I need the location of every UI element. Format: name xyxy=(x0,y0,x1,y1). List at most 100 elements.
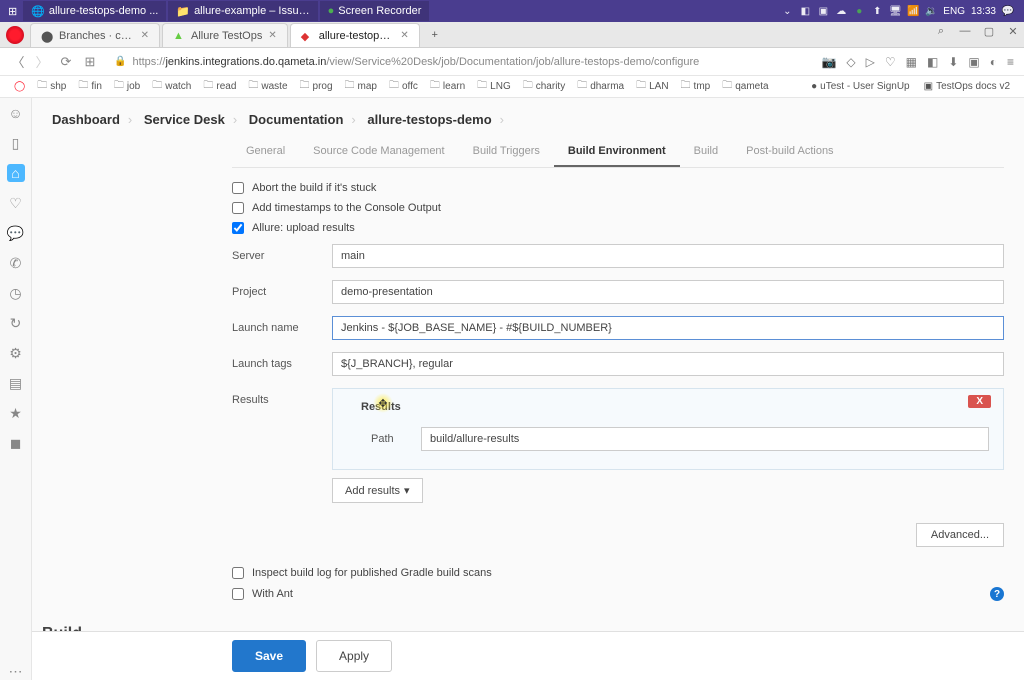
browser-tab-2[interactable]: ◆allure-testops-demo Conf…✕ xyxy=(290,23,420,47)
history-icon[interactable]: ↻ xyxy=(7,314,25,332)
browser-tab-1[interactable]: ▲Allure TestOps✕ xyxy=(162,23,288,47)
crumb-job[interactable]: allure-testops-demo xyxy=(367,112,491,127)
heart-icon[interactable]: ♡ xyxy=(885,55,896,69)
tray-icon[interactable]: ◧ xyxy=(799,5,811,17)
browser-tab-0[interactable]: ⬤Branches · cheshi-mantu…✕ xyxy=(30,23,160,47)
bookmark-folder[interactable]: 🗀LAN xyxy=(632,76,672,97)
close-icon[interactable]: ✕ xyxy=(268,30,276,41)
bookmark-folder[interactable]: 🗀prog xyxy=(296,76,337,97)
shield-icon[interactable]: ◇ xyxy=(846,55,855,69)
settings-icon[interactable]: ⚙ xyxy=(7,344,25,362)
bookmark-folder[interactable]: 🗀offc xyxy=(385,76,422,97)
bookmark-folder[interactable]: 🗀map xyxy=(341,76,381,97)
maximize-icon[interactable]: ▢ xyxy=(982,25,996,38)
tray-clock[interactable]: 13:33 xyxy=(971,6,996,17)
checkbox-gradle-scans[interactable] xyxy=(232,567,244,579)
close-window-icon[interactable]: ✕ xyxy=(1006,25,1020,38)
play-icon[interactable]: ▷ xyxy=(866,55,875,69)
opera-icon[interactable]: ◯ xyxy=(10,79,29,94)
advanced-button[interactable]: Advanced... xyxy=(916,523,1004,547)
tray-wifi-icon[interactable]: 📶 xyxy=(907,5,919,17)
ext-icon[interactable]: ▦ xyxy=(906,55,917,69)
bookmark-folder[interactable]: 🗀dharma xyxy=(573,76,628,97)
new-tab-button[interactable]: + xyxy=(422,23,448,47)
bookmark-folder[interactable]: 🗀fin xyxy=(74,76,106,97)
forward-button[interactable]: 〉 xyxy=(34,52,50,71)
chart-icon[interactable]: ▤ xyxy=(7,374,25,392)
taskbar-app-1[interactable]: 📁allure-example – Issu… xyxy=(168,1,317,21)
tray-icon[interactable]: ☁ xyxy=(835,5,847,17)
bookmark-folder[interactable]: 🗀tmp xyxy=(677,76,715,97)
search-icon[interactable]: ⌕ xyxy=(934,25,948,38)
bookmark-folder[interactable]: 🗀charity xyxy=(519,76,569,97)
square-icon[interactable]: ◼ xyxy=(7,434,25,452)
tab-build-env[interactable]: Build Environment xyxy=(554,137,680,167)
project-select[interactable] xyxy=(332,280,1004,304)
star-icon[interactable]: ★ xyxy=(7,404,25,422)
bookmark-link[interactable]: ▣ TestOps docs v2 xyxy=(920,79,1014,94)
camera-icon[interactable]: 📷 xyxy=(821,55,836,69)
more-icon[interactable]: ⋯ xyxy=(7,662,25,680)
checkbox-timestamps[interactable] xyxy=(232,202,244,214)
opera-logo-icon[interactable] xyxy=(6,26,24,44)
messenger-icon[interactable]: 💬 xyxy=(7,224,25,242)
close-icon[interactable]: ✕ xyxy=(400,30,408,41)
checkbox-allure[interactable] xyxy=(232,222,244,234)
results-path-input[interactable] xyxy=(421,427,989,451)
tray-icon[interactable]: 🖥 xyxy=(889,5,901,17)
download-icon[interactable]: ⬇ xyxy=(948,55,958,69)
crumb-service-desk[interactable]: Service Desk xyxy=(144,112,225,127)
bookmark-folder[interactable]: 🗀read xyxy=(199,76,240,97)
bookmark-icon[interactable]: ▯ xyxy=(7,134,25,152)
bookmark-folder[interactable]: 🗀waste xyxy=(244,76,291,97)
heart-icon[interactable]: ♡ xyxy=(7,194,25,212)
bookmark-folder[interactable]: 🗀qameta xyxy=(718,76,772,97)
tray-chevron-icon[interactable]: ⌄ xyxy=(781,5,793,17)
help-icon[interactable]: ? xyxy=(990,587,1004,601)
tab-triggers[interactable]: Build Triggers xyxy=(459,137,554,167)
bookmark-folder[interactable]: 🗀shp xyxy=(33,76,70,97)
server-select[interactable] xyxy=(332,244,1004,268)
save-button[interactable]: Save xyxy=(232,640,306,672)
close-icon[interactable]: ✕ xyxy=(141,30,149,41)
start-button[interactable]: ⊞ xyxy=(4,1,21,21)
minimize-icon[interactable]: — xyxy=(958,25,972,38)
speed-dial-icon[interactable]: ⊞ xyxy=(82,54,98,70)
add-results-button[interactable]: Add results ▾ xyxy=(332,478,423,503)
ext-icon[interactable]: ◧ xyxy=(927,55,938,69)
back-button[interactable]: 〈 xyxy=(10,52,26,71)
crumb-documentation[interactable]: Documentation xyxy=(249,112,344,127)
tab-general[interactable]: General xyxy=(232,137,299,167)
launch-name-input[interactable] xyxy=(332,316,1004,340)
bookmark-folder[interactable]: 🗀watch xyxy=(148,76,195,97)
ext-icon[interactable]: ◐ xyxy=(990,55,997,69)
tray-icon[interactable]: ● xyxy=(853,5,865,17)
taskbar-app-0[interactable]: 🌐allure-testops-demo ... xyxy=(23,1,166,21)
tray-volume-icon[interactable]: 🔉 xyxy=(925,5,937,17)
ext-icon[interactable]: ▣ xyxy=(968,55,979,69)
bookmark-folder[interactable]: 🗀job xyxy=(110,76,144,97)
apply-button[interactable]: Apply xyxy=(316,640,392,672)
home-icon[interactable]: ⌂ xyxy=(7,164,25,182)
checkbox-abort[interactable] xyxy=(232,182,244,194)
user-icon[interactable]: ☺ xyxy=(7,104,25,122)
bookmark-folder[interactable]: 🗀LNG xyxy=(473,76,515,97)
taskbar-app-2[interactable]: ●Screen Recorder xyxy=(320,1,430,21)
tray-notification-icon[interactable]: 💬 xyxy=(1002,5,1014,17)
tray-icon[interactable]: ▣ xyxy=(817,5,829,17)
tab-scm[interactable]: Source Code Management xyxy=(299,137,458,167)
tab-post-build[interactable]: Post-build Actions xyxy=(732,137,847,167)
launch-tags-input[interactable] xyxy=(332,352,1004,376)
tray-icon[interactable]: ⬆ xyxy=(871,5,883,17)
clock-icon[interactable]: ◷ xyxy=(7,284,25,302)
checkbox-with-ant[interactable] xyxy=(232,588,244,600)
whatsapp-icon[interactable]: ✆ xyxy=(7,254,25,272)
bookmark-folder[interactable]: 🗀learn xyxy=(426,76,469,97)
bookmark-link[interactable]: ● uTest - User SignUp xyxy=(807,79,914,94)
ext-icon[interactable]: ≡ xyxy=(1007,55,1014,69)
url-field[interactable]: 🔒 https://jenkins.integrations.do.qameta… xyxy=(106,53,813,71)
crumb-dashboard[interactable]: Dashboard xyxy=(52,112,120,127)
reload-button[interactable]: ⟳ xyxy=(58,54,74,70)
tab-build[interactable]: Build xyxy=(680,137,732,167)
tray-language[interactable]: ENG xyxy=(943,6,965,17)
